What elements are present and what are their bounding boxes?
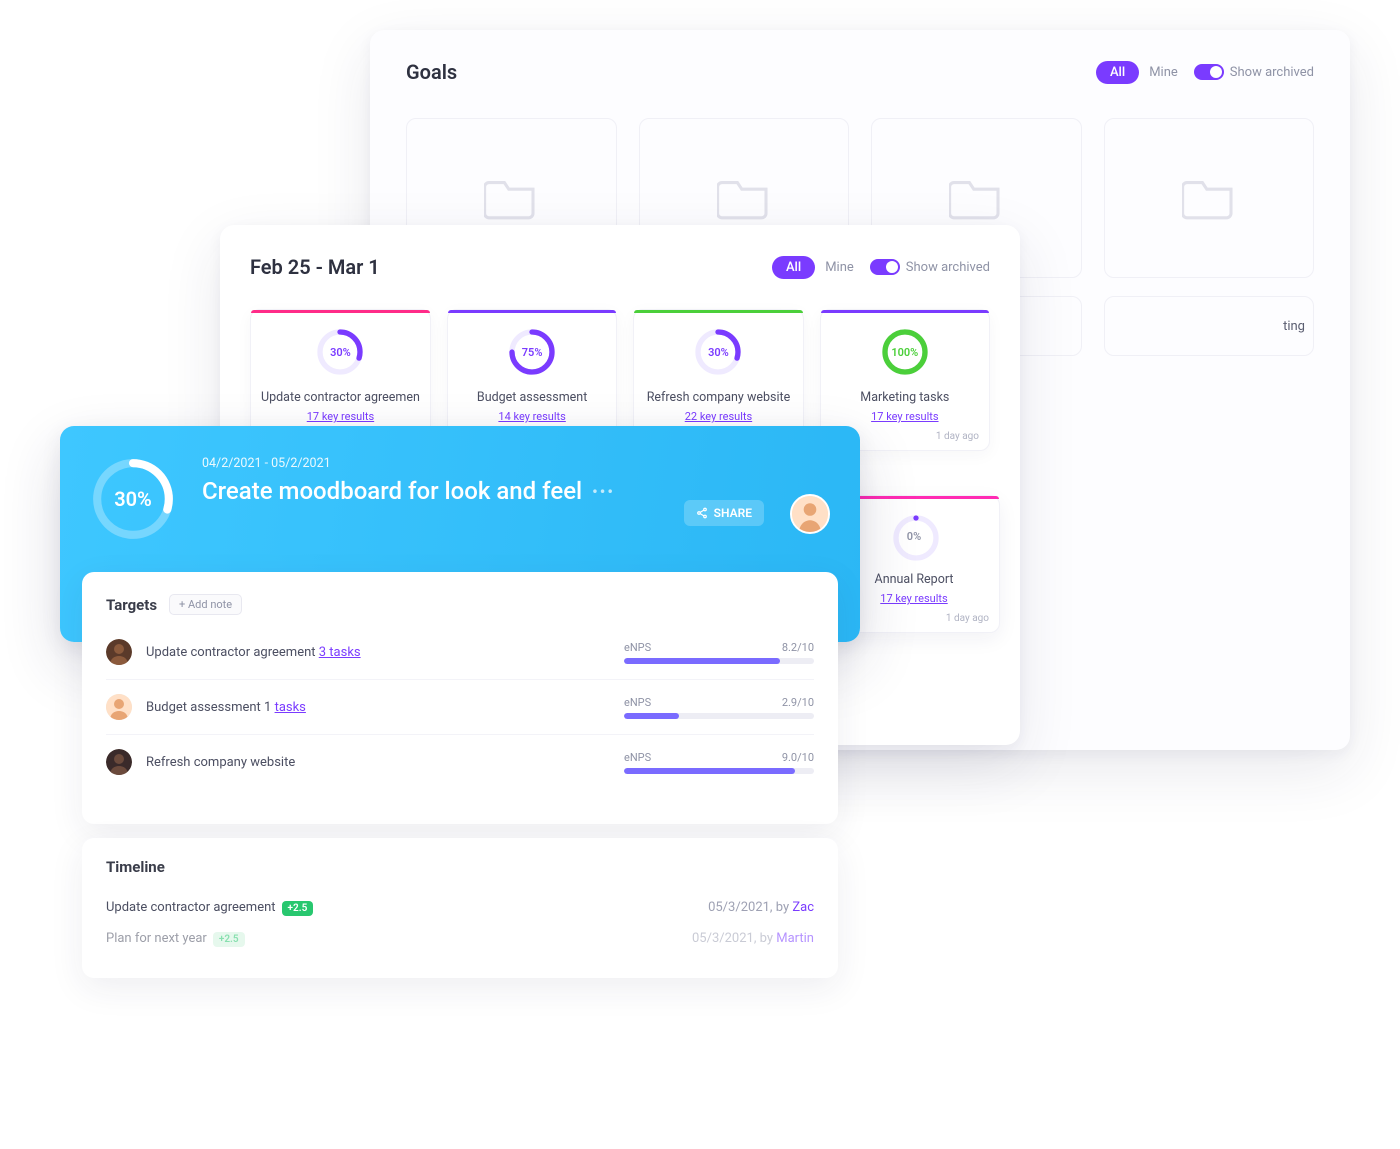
timeline-title: Timeline [106,858,814,876]
week-archived-toggle[interactable]: Show archived [870,259,990,275]
okr-name: Annual Report [839,572,989,587]
delta-badge: +2.5 [282,901,314,916]
assignee-avatar[interactable] [106,694,132,720]
timeline-meta: 05/3/2021, by Zac [708,900,814,915]
week-filter-group: All Mine [772,256,854,279]
goals-archived-label: Show archived [1230,65,1314,80]
timeline-meta: 05/3/2021, by Martin [692,931,814,946]
target-name: Update contractor agreement 3 tasks [146,645,361,660]
progress-donut: 75% [508,328,556,376]
week-filter-mine[interactable]: Mine [825,260,854,275]
week-date-range: Feb 25 - Mar 1 [250,255,380,279]
target-row: Refresh company website eNPS 9.0/10 [106,734,814,789]
okr-name: Update contractor agreemen [261,390,420,405]
week-filter-all[interactable]: All [772,256,815,279]
okr-name: Refresh company website [644,390,792,405]
progress-label: 100% [881,328,929,376]
folder-icon [717,176,771,220]
okr-key-results-link[interactable]: 14 key results [498,410,565,423]
week-archived-label: Show archived [906,260,990,275]
progress-bar [624,658,814,664]
toggle-icon [870,259,900,275]
assignee-avatar[interactable] [106,639,132,665]
share-icon [696,507,708,519]
toggle-icon [1194,64,1224,80]
timeline-row: Plan for next year +2.5 05/3/2021, by Mar… [106,923,814,954]
target-row: Budget assessment 1 tasks eNPS 2.9/10 [106,679,814,734]
okr-key-results-link[interactable]: 17 key results [871,410,938,423]
timeline-author-link[interactable]: Zac [792,900,814,915]
targets-card: Targets + Add note Update contractor agr… [82,572,838,824]
okr-key-results-link[interactable]: 22 key results [685,410,752,423]
timeline-author-link[interactable]: Martin [776,931,814,946]
progress-donut: 0% [892,514,936,558]
timeline-item-name: Update contractor agreement [106,900,276,915]
progress-label: 30% [694,328,742,376]
progress-bar [624,768,814,774]
goals-archived-toggle[interactable]: Show archived [1194,64,1314,80]
target-row: Update contractor agreement 3 tasks eNPS… [106,625,814,679]
goals-filter-group: All Mine [1096,61,1178,84]
progress-donut: 30% [694,328,742,376]
metric-value: 8.2/10 [782,641,814,654]
target-tasks-link[interactable]: tasks [275,700,306,715]
metric-label: eNPS [624,751,651,764]
delta-badge: +2.5 [213,932,245,947]
folder-icon [1182,176,1236,220]
okr-key-results-link[interactable]: 17 key results [307,410,374,423]
moodboard-progress-label: 30% [90,456,176,542]
target-name: Refresh company website [146,755,295,770]
goals-filter-all[interactable]: All [1096,61,1139,84]
goals-title: Goals [406,60,457,84]
progress-donut: 100% [881,328,929,376]
target-name: Budget assessment 1 tasks [146,700,306,715]
metric-value: 9.0/10 [782,751,814,764]
moodboard-date-range: 04/2/2021 - 05/2/2021 [202,456,658,471]
timeline-card: Timeline Update contractor agreement +2.5… [82,838,838,978]
progress-bar [624,713,814,719]
progress-label: 0% [892,514,936,558]
metric-value: 2.9/10 [782,696,814,709]
targets-title: Targets [106,596,157,614]
share-button[interactable]: SHARE [684,500,764,526]
progress-label: 30% [316,328,364,376]
progress-label: 75% [508,328,556,376]
progress-donut: 30% [316,328,364,376]
target-tasks-link[interactable]: 3 tasks [319,645,361,660]
goals-filter-mine[interactable]: Mine [1149,65,1178,80]
folder-icon [484,176,538,220]
metric-label: eNPS [624,641,651,654]
assignee-avatar[interactable] [106,749,132,775]
add-note-button[interactable]: + Add note [169,594,242,615]
timeline-item-name: Plan for next year [106,931,207,946]
okr-name: Marketing tasks [831,390,979,405]
timeline-row: Update contractor agreement +2.5 05/3/202… [106,892,814,923]
moodboard-progress-donut: 30% [90,456,176,542]
owner-avatar[interactable] [790,494,830,534]
more-icon[interactable]: ••• [592,482,615,501]
okr-timestamp: 1 day ago [946,613,989,624]
moodboard-title: Create moodboard for look and feel [202,477,582,505]
okr-timestamp: 1 day ago [936,431,979,442]
okr-key-results-link[interactable]: 17 key results [880,592,947,605]
folder-card[interactable] [1104,118,1315,278]
folder-icon [949,176,1003,220]
metric-label: eNPS [624,696,651,709]
goals-placeholder: ting [1104,296,1315,356]
okr-name: Budget assessment [458,390,606,405]
